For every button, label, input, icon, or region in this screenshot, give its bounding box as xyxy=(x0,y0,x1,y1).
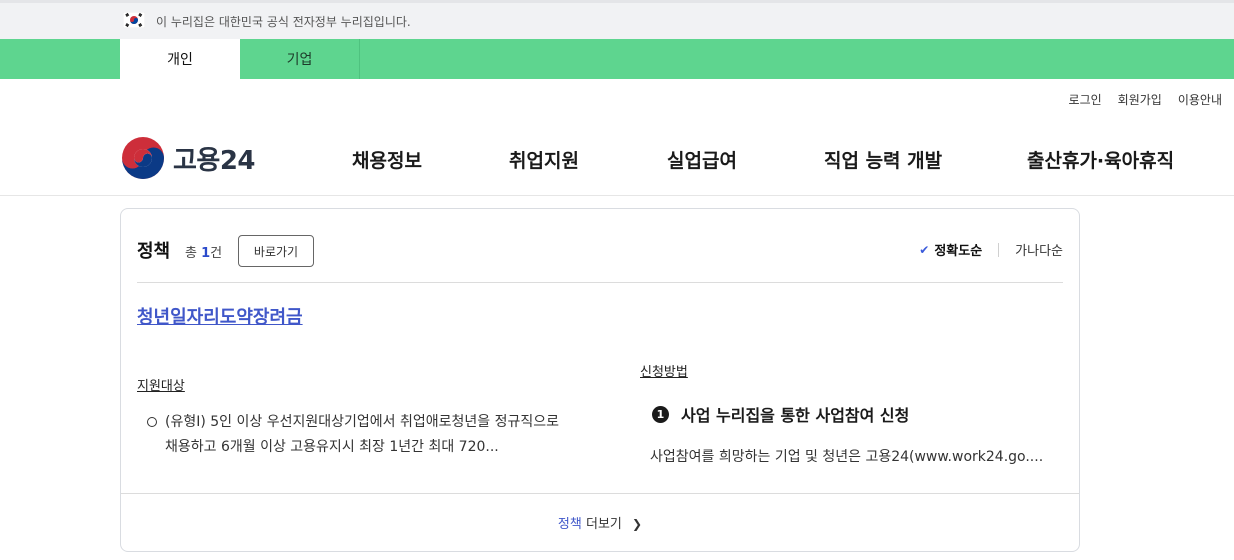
usage-guide-link[interactable]: 이용안내 xyxy=(1170,91,1222,108)
apply-step-title: 사업 누리집을 통한 사업참여 신청 xyxy=(681,406,910,425)
policy-result-card: 정책 총 1건 바로가기 ✔ 정확도순 가나다순 청년일자리도약장려금 지원대상… xyxy=(120,208,1080,552)
sort-alphabetical[interactable]: 가나다순 xyxy=(1015,240,1063,259)
tab-company[interactable]: 기업 xyxy=(240,39,360,79)
korea-flag-icon xyxy=(123,12,145,28)
menu-unemployment-benefits[interactable]: 실업급여 xyxy=(667,146,737,173)
sort-accuracy-label: 정확도순 xyxy=(934,244,983,259)
tab-personal[interactable]: 개인 xyxy=(120,39,240,79)
menu-vocational-training[interactable]: 직업 능력 개발 xyxy=(824,146,942,173)
count-number: 1 xyxy=(201,246,211,261)
header-divider xyxy=(137,282,1063,283)
chevron-right-icon: ❯ xyxy=(632,517,643,531)
circle-bullet-icon xyxy=(147,417,157,427)
menu-job-info[interactable]: 채용정보 xyxy=(352,146,422,173)
result-count: 총 1건 xyxy=(185,242,222,261)
apply-method-section: 신청방법 1 사업 누리집을 통한 사업참여 신청 사업참여를 희망하는 기업 … xyxy=(640,361,1070,466)
apply-method-label: 신청방법 xyxy=(640,365,688,380)
sort-divider xyxy=(998,242,1000,257)
menu-maternity-parental-leave[interactable]: 출산휴가·육아휴직 xyxy=(1027,146,1174,173)
login-link[interactable]: 로그인 xyxy=(1061,91,1110,108)
go-shortcut-button[interactable]: 바로가기 xyxy=(238,235,314,267)
apply-step: 1 사업 누리집을 통한 사업참여 신청 xyxy=(640,402,1070,426)
support-target-section: 지원대상 (유형I) 5인 이상 우선지원대상기업에서 취업애로청년을 정규직으… xyxy=(137,375,567,460)
more-policies-link[interactable]: 정책 더보기 ❯ xyxy=(121,513,1079,532)
more-text: 더보기 xyxy=(585,517,622,532)
gov-banner-text: 이 누리집은 대한민국 공식 전자정부 누리집입니다. xyxy=(156,15,411,29)
sort-accuracy[interactable]: ✔ 정확도순 xyxy=(919,240,983,260)
policy-title-link[interactable]: 청년일자리도약장려금 xyxy=(137,303,303,329)
support-target-label: 지원대상 xyxy=(137,379,185,394)
step-number-badge: 1 xyxy=(652,405,669,423)
more-keyword: 정책 xyxy=(557,517,582,532)
utility-links: 로그인 회원가입 이용안내 xyxy=(1061,91,1222,108)
apply-description: 사업참여를 희망하는 기업 및 청년은 고용24(www.work24.go..… xyxy=(650,449,1044,465)
taegeuk-logo-icon xyxy=(122,137,164,179)
signup-link[interactable]: 회원가입 xyxy=(1110,91,1170,108)
count-suffix: 건 xyxy=(210,246,223,261)
section-title: 정책 xyxy=(137,241,171,262)
support-target-item: (유형I) 5인 이상 우선지원대상기업에서 취업애로청년을 정규직으로 채용하… xyxy=(137,410,567,460)
sort-options: ✔ 정확도순 가나다순 xyxy=(919,240,1063,259)
menu-employment-support[interactable]: 취업지원 xyxy=(509,146,579,173)
support-target-text: (유형I) 5인 이상 우선지원대상기업에서 취업애로청년을 정규직으로 채용하… xyxy=(165,414,559,455)
site-logo[interactable]: 고용24 xyxy=(121,136,256,180)
card-header: 정책 총 1건 바로가기 ✔ 정확도순 가나다순 xyxy=(137,235,1063,283)
count-prefix: 총 xyxy=(185,246,197,261)
footer-divider xyxy=(121,493,1079,494)
check-icon: ✔ xyxy=(919,242,930,257)
site-header: 고용24 채용정보 취업지원 실업급여 직업 능력 개발 출산휴가·육아휴직 xyxy=(0,118,1234,196)
user-type-tabbar: 개인 기업 xyxy=(0,39,1234,79)
gov-official-banner: 이 누리집은 대한민국 공식 전자정부 누리집입니다. xyxy=(0,0,1234,39)
logo-text: 고용24 xyxy=(173,145,256,176)
